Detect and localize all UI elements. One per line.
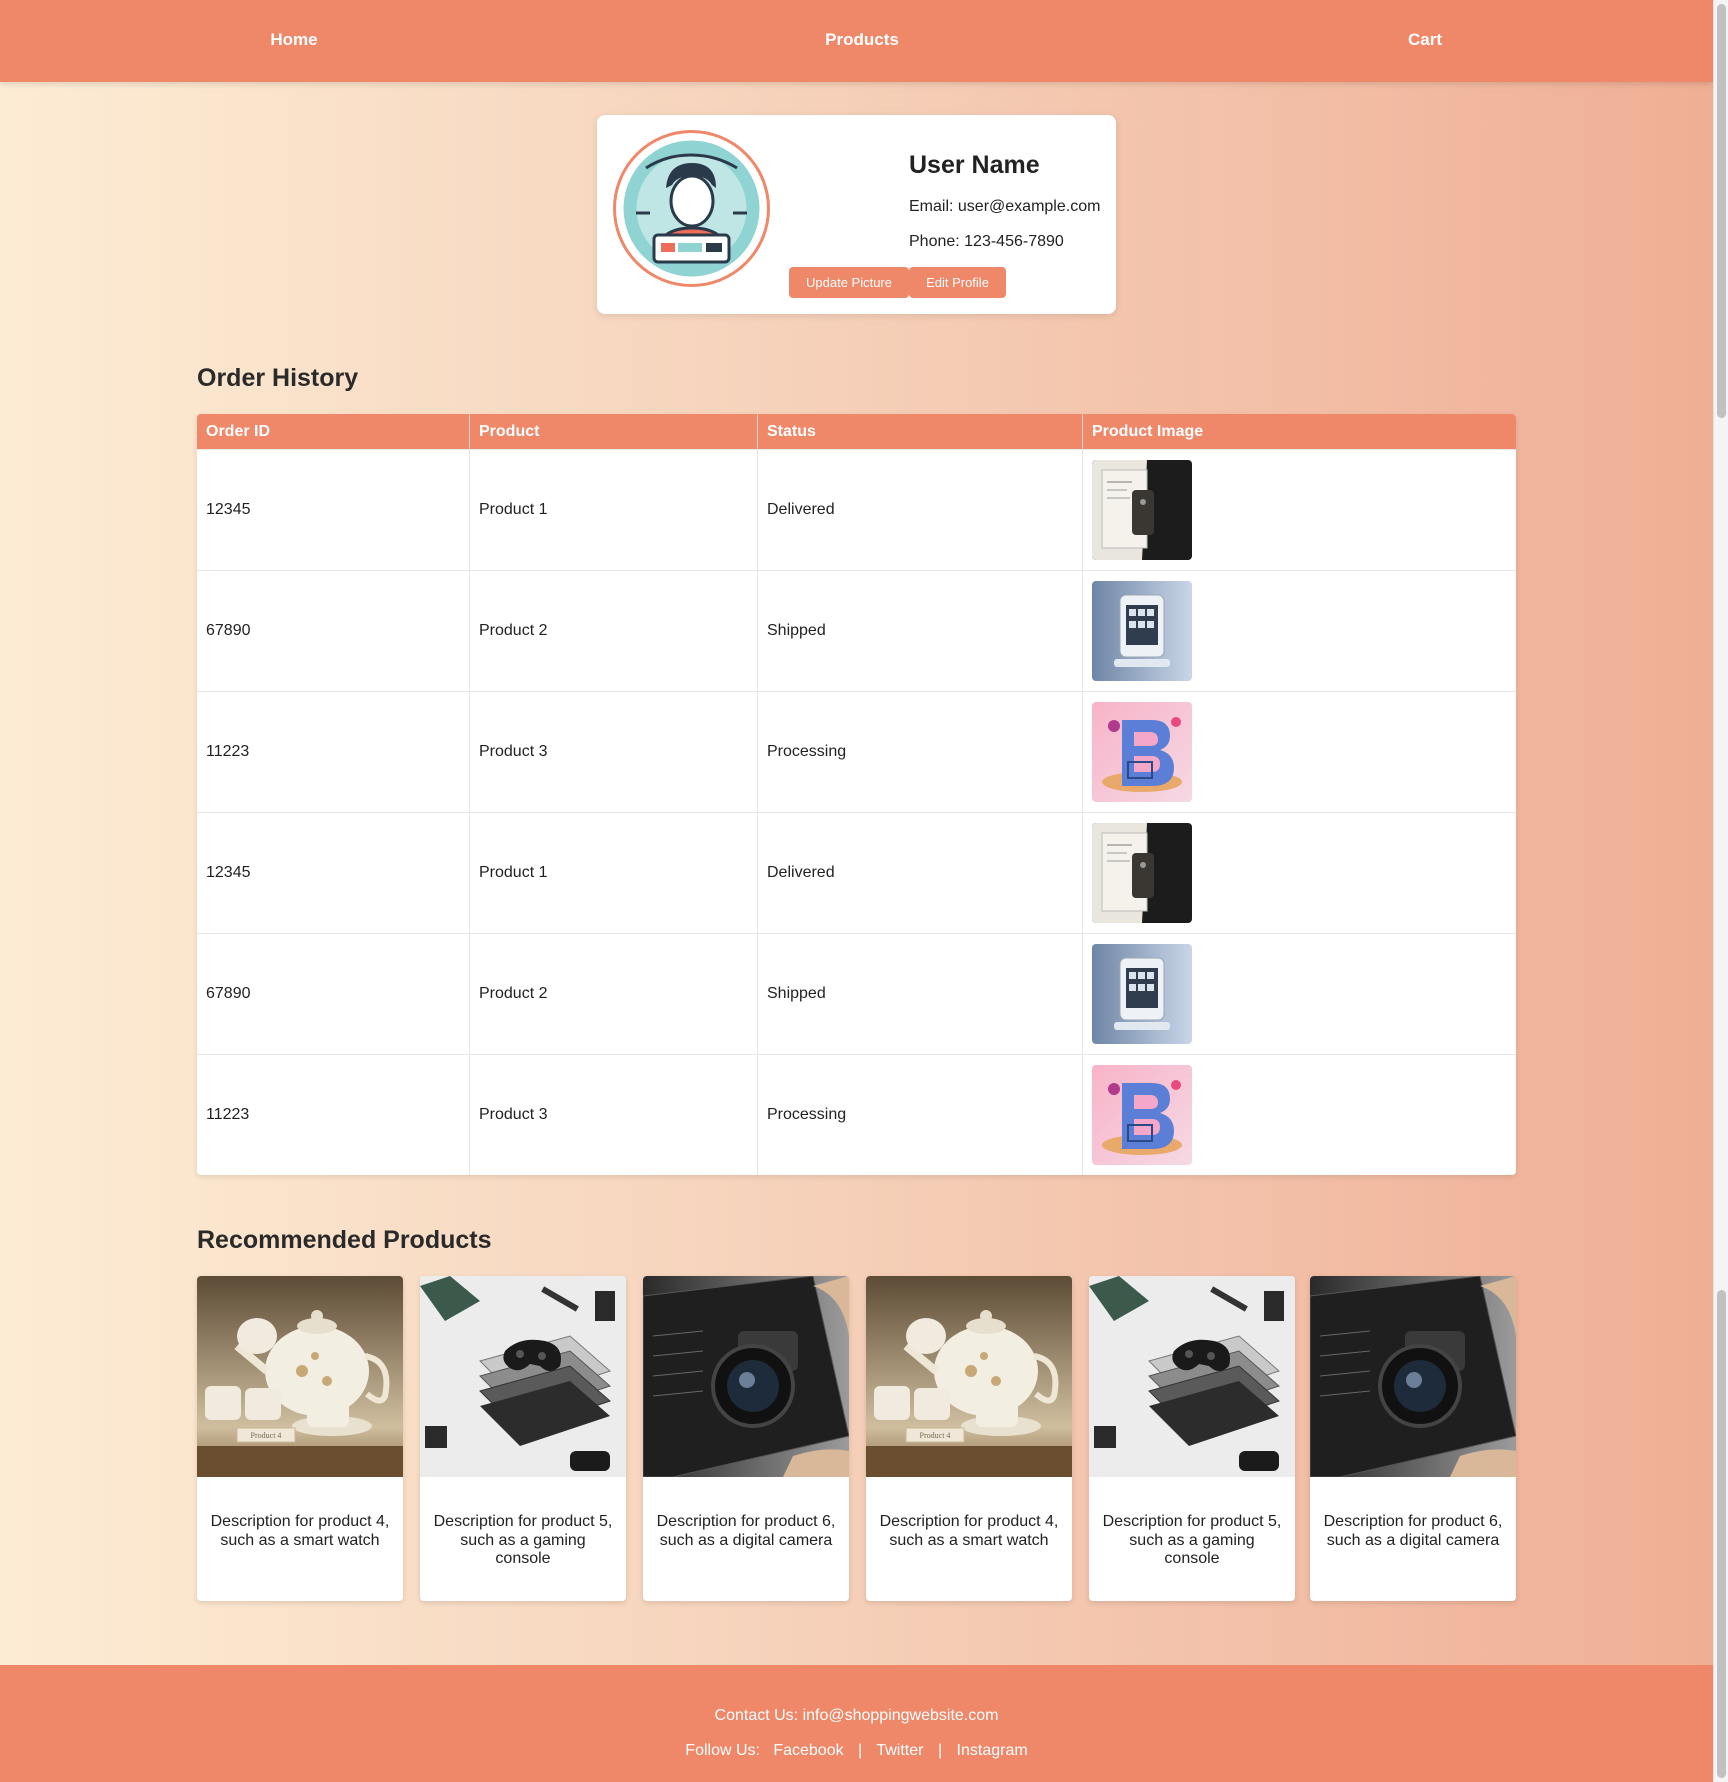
white-gadget-image[interactable] (1092, 581, 1192, 681)
scrollbar-thumb[interactable] (1717, 1290, 1726, 1778)
product-card[interactable]: Product 4 Description for product 4, such… (197, 1276, 403, 1601)
header-product: Product (470, 414, 758, 449)
order-history-table: Order ID Product Status Product Image 12… (197, 414, 1516, 1175)
nav-products-link[interactable]: Products (825, 30, 899, 50)
product-image-cell (1083, 813, 1516, 933)
top-nav: Home Products Cart (0, 0, 1713, 82)
game-console-image (1089, 1276, 1295, 1477)
nav-cart-link[interactable]: Cart (1408, 30, 1442, 50)
white-gadget-image[interactable] (1092, 944, 1192, 1044)
product-cell: Product 1 (470, 813, 758, 933)
edit-profile-button[interactable]: Edit Profile (909, 267, 1006, 298)
status-cell: Processing (758, 1055, 1083, 1175)
order-id-cell: 67890 (197, 934, 470, 1054)
user-name: User Name (909, 151, 1040, 179)
update-picture-button[interactable]: Update Picture (789, 267, 909, 298)
separator: | (937, 1742, 943, 1759)
product-description: Description for product 6, such as a dig… (1323, 1513, 1503, 1549)
status-cell: Shipped (758, 571, 1083, 691)
product-card[interactable]: Description for product 5, such as a gam… (420, 1276, 626, 1601)
product-description: Description for product 4, such as a sma… (210, 1513, 390, 1549)
product-description: Description for product 5, such as a gam… (433, 1513, 613, 1567)
colorful-b-logo-image[interactable] (1092, 1065, 1192, 1165)
scrollbar[interactable] (1713, 0, 1728, 1782)
user-avatar-icon (623, 140, 760, 277)
table-row: 11223 Product 3 Processing (197, 1054, 1516, 1175)
order-id-cell: 11223 (197, 692, 470, 812)
product-card[interactable]: Product 4 Description for product 4, such… (866, 1276, 1072, 1601)
digital-camera-image (643, 1276, 849, 1477)
product-cell: Product 3 (470, 1055, 758, 1175)
teapot-image: Product 4 (866, 1276, 1072, 1477)
product-image-cell (1083, 1055, 1516, 1175)
instagram-link[interactable]: Instagram (957, 1742, 1028, 1759)
teapot-image-label: Product 4 (920, 1431, 951, 1440)
product-card[interactable]: Description for product 6, such as a dig… (643, 1276, 849, 1601)
product-image-cell (1083, 934, 1516, 1054)
product-cell: Product 1 (470, 450, 758, 570)
order-id-cell: 12345 (197, 450, 470, 570)
status-cell: Delivered (758, 450, 1083, 570)
user-phone: Phone: 123-456-7890 (909, 233, 1064, 250)
table-row: 67890 Product 2 Shipped (197, 933, 1516, 1054)
avatar (613, 130, 770, 287)
order-id-cell: 11223 (197, 1055, 470, 1175)
recommended-products-grid: Product 4 Description for product 4, such… (197, 1276, 1516, 1601)
product-card[interactable]: Description for product 5, such as a gam… (1089, 1276, 1295, 1601)
table-row: 12345 Product 1 Delivered (197, 812, 1516, 933)
header-product-image: Product Image (1092, 423, 1204, 440)
product-image-cell (1083, 571, 1516, 691)
table-header: Order ID Product Status Product Image (197, 414, 1516, 449)
product-image-cell (1083, 692, 1516, 812)
scrollbar-thumb[interactable] (1717, 4, 1726, 418)
colorful-b-logo-image[interactable] (1092, 702, 1192, 802)
table-row: 12345 Product 1 Delivered (197, 449, 1516, 570)
status-cell: Delivered (758, 813, 1083, 933)
product-cell: Product 2 (470, 571, 758, 691)
product-cell: Product 3 (470, 692, 758, 812)
follow-us-label: Follow Us: (685, 1742, 760, 1759)
nav-home-link[interactable]: Home (270, 30, 317, 50)
twitter-link[interactable]: Twitter (876, 1742, 923, 1759)
user-email: Email: user@example.com (909, 198, 1101, 215)
order-history-title: Order History (197, 364, 359, 392)
table-row: 67890 Product 2 Shipped (197, 570, 1516, 691)
product-description: Description for product 6, such as a dig… (656, 1513, 836, 1549)
footer-follow: Follow Us: Facebook | Twitter | Instagra… (0, 1742, 1713, 1760)
status-cell: Processing (758, 692, 1083, 812)
header-order-id: Order ID (197, 414, 470, 449)
smart-device-image[interactable] (1092, 460, 1192, 560)
product-cell: Product 2 (470, 934, 758, 1054)
order-id-cell: 12345 (197, 813, 470, 933)
smart-device-image[interactable] (1092, 823, 1192, 923)
order-id-cell: 67890 (197, 571, 470, 691)
digital-camera-image (1310, 1276, 1516, 1477)
page: Home Products Cart User Name Email: user… (0, 0, 1713, 1782)
recommended-products-title: Recommended Products (197, 1226, 492, 1254)
game-console-image (420, 1276, 626, 1477)
table-row: 11223 Product 3 Processing (197, 691, 1516, 812)
product-description: Description for product 4, such as a sma… (879, 1513, 1059, 1549)
teapot-image-label: Product 4 (251, 1431, 282, 1440)
status-cell: Shipped (758, 934, 1083, 1054)
product-description: Description for product 5, such as a gam… (1102, 1513, 1282, 1567)
product-image-cell (1083, 450, 1516, 570)
separator: | (858, 1742, 863, 1759)
header-status: Status (758, 414, 1083, 449)
facebook-link[interactable]: Facebook (773, 1742, 843, 1759)
profile-card: User Name Email: user@example.com Phone:… (597, 115, 1116, 314)
product-card[interactable]: Description for product 6, such as a dig… (1310, 1276, 1516, 1601)
footer-contact: Contact Us: info@shoppingwebsite.com (714, 1707, 999, 1724)
teapot-image: Product 4 (197, 1276, 403, 1477)
footer: Contact Us: info@shoppingwebsite.com Fol… (0, 1665, 1713, 1782)
